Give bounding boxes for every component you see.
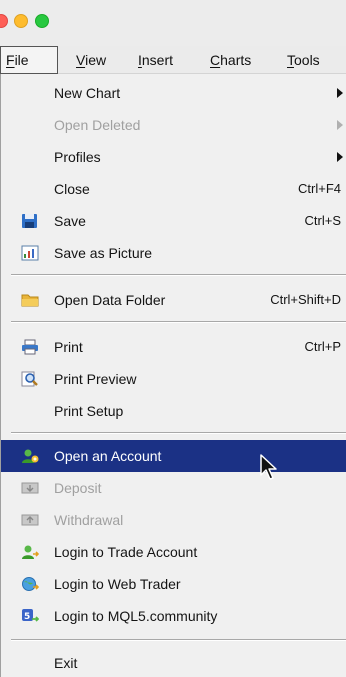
print-label: Print	[54, 339, 83, 355]
open-data-folder-label: Open Data Folder	[54, 292, 166, 308]
close-shortcut: Ctrl+F4	[298, 181, 341, 196]
menu-item-open-data-folder[interactable]: Open Data Folder Ctrl+Shift+D	[1, 284, 346, 316]
menu-tools[interactable]: Tools	[287, 46, 320, 74]
print-shortcut: Ctrl+P	[304, 339, 341, 354]
close-label: Close	[54, 181, 90, 197]
menu-charts-label-rest: harts	[220, 52, 252, 68]
magnifier-icon	[21, 371, 39, 387]
menu-item-open-deleted: Open Deleted	[1, 109, 346, 141]
login-user-icon	[21, 544, 40, 560]
menu-bar: File View Insert Charts Tools	[0, 46, 346, 74]
submenu-arrow-icon	[337, 152, 343, 162]
login-web-label: Login to Web Trader	[54, 576, 181, 592]
profiles-label: Profiles	[54, 149, 101, 165]
menu-file-label-rest: ile	[14, 52, 29, 68]
submenu-arrow-icon	[337, 120, 343, 130]
menu-separator	[11, 432, 346, 434]
menu-charts[interactable]: Charts	[210, 46, 251, 74]
menu-item-login-mql5[interactable]: 5 Login to MQL5.community	[1, 600, 346, 632]
menu-file[interactable]: File	[0, 46, 58, 74]
floppy-disk-icon	[21, 213, 39, 229]
submenu-arrow-icon	[337, 88, 343, 98]
open-deleted-label: Open Deleted	[54, 117, 141, 133]
withdrawal-icon	[21, 512, 39, 528]
menu-tools-key: T	[287, 52, 294, 68]
open-account-label: Open an Account	[54, 448, 162, 464]
menu-item-print[interactable]: Print Ctrl+P	[1, 331, 346, 363]
menu-separator	[11, 639, 346, 641]
menu-view[interactable]: View	[76, 46, 106, 74]
menu-insert-label-rest: nsert	[141, 52, 174, 68]
mql5-login-icon: 5	[21, 608, 40, 624]
open-data-folder-shortcut: Ctrl+Shift+D	[270, 292, 341, 307]
web-globe-icon	[21, 576, 40, 592]
picture-icon	[21, 245, 39, 261]
menu-separator	[11, 321, 346, 323]
menu-item-print-preview[interactable]: Print Preview	[1, 363, 346, 395]
svg-text:5: 5	[24, 612, 30, 622]
print-setup-label: Print Setup	[54, 403, 124, 419]
menu-view-label-rest: iew	[85, 52, 107, 68]
exit-label: Exit	[54, 655, 78, 671]
add-user-icon	[21, 448, 39, 464]
print-preview-label: Print Preview	[54, 371, 137, 387]
zoom-window-button[interactable]	[35, 14, 49, 28]
menu-file-key: F	[6, 52, 15, 68]
save-shortcut: Ctrl+S	[304, 213, 341, 228]
menu-view-key: V	[76, 52, 86, 68]
menu-item-open-account[interactable]: Open an Account	[1, 440, 346, 472]
menu-insert[interactable]: Insert	[138, 46, 173, 74]
menu-item-close[interactable]: Close Ctrl+F4	[1, 173, 346, 205]
menu-separator	[11, 274, 346, 276]
menu-item-login-web[interactable]: Login to Web Trader	[1, 568, 346, 600]
folder-icon	[21, 292, 39, 308]
menu-item-deposit: Deposit	[1, 472, 346, 504]
menu-charts-key: C	[210, 52, 221, 68]
login-trade-label: Login to Trade Account	[54, 544, 198, 560]
menu-item-new-chart[interactable]: New Chart	[1, 77, 346, 109]
window-title-bar	[0, 0, 346, 46]
save-as-picture-label: Save as Picture	[54, 245, 153, 261]
new-chart-label: New Chart	[54, 85, 121, 101]
withdrawal-label: Withdrawal	[54, 512, 124, 528]
menu-item-exit[interactable]: Exit	[1, 647, 346, 677]
minimize-window-button[interactable]	[14, 14, 28, 28]
menu-item-withdrawal: Withdrawal	[1, 504, 346, 536]
mouse-pointer-icon	[259, 453, 279, 481]
close-window-button[interactable]	[0, 14, 8, 28]
deposit-label: Deposit	[54, 480, 102, 496]
menu-item-save[interactable]: Save Ctrl+S	[1, 205, 346, 237]
menu-item-save-as-picture[interactable]: Save as Picture	[1, 237, 346, 269]
printer-icon	[21, 339, 39, 355]
save-label: Save	[54, 213, 86, 229]
menu-item-print-setup[interactable]: Print Setup	[1, 395, 346, 427]
menu-tools-label-rest: ools	[294, 52, 320, 68]
menu-item-profiles[interactable]: Profiles	[1, 141, 346, 173]
login-mql5-label: Login to MQL5.community	[54, 608, 218, 624]
deposit-icon	[21, 480, 39, 496]
menu-item-login-trade[interactable]: Login to Trade Account	[1, 536, 346, 568]
file-menu-dropdown: New Chart Open Deleted Profiles Close Ct…	[0, 74, 346, 677]
